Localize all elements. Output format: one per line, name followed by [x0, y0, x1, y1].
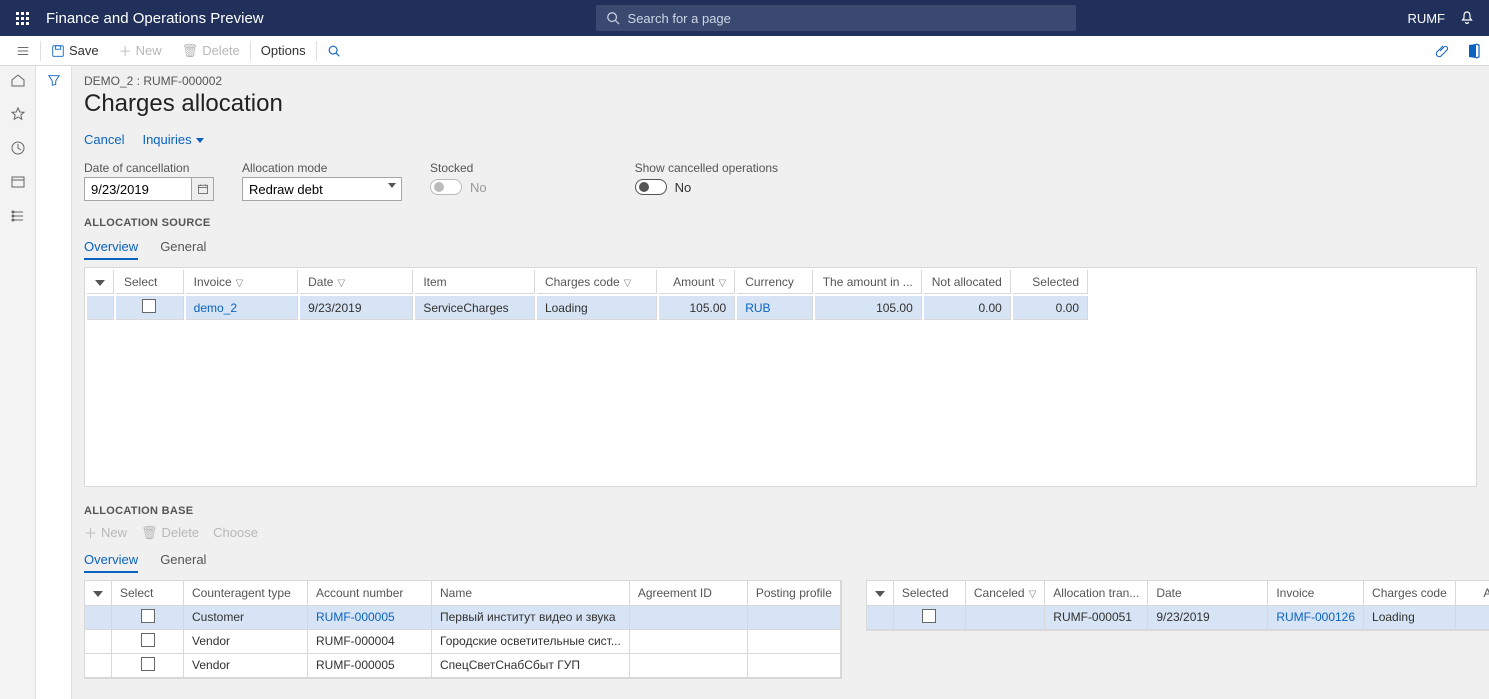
office-icon[interactable]: [1461, 39, 1485, 63]
col-agreement-id[interactable]: Agreement ID: [629, 581, 747, 605]
inquiries-menu[interactable]: Inquiries: [142, 132, 203, 147]
workspaces-icon[interactable]: [8, 172, 28, 192]
col-name[interactable]: Name: [432, 581, 630, 605]
col-alloc-charges[interactable]: Charges code: [1364, 581, 1456, 605]
new-button: ＋ New: [109, 36, 172, 66]
invoice-link[interactable]: RUMF-000126: [1276, 610, 1355, 624]
allocation-mode-label: Allocation mode: [242, 161, 402, 175]
tab-source-overview[interactable]: Overview: [84, 235, 138, 260]
col-alloc-trans[interactable]: Allocation tran...: [1045, 581, 1148, 605]
trash-icon: 🗑: [141, 525, 158, 541]
delete-button: 🗑 Delete: [172, 36, 250, 66]
col-invoice[interactable]: Invoice▽: [186, 270, 298, 294]
action-toolbar: Save ＋ New 🗑 Delete Options: [0, 36, 1489, 66]
plus-icon: ＋: [84, 523, 97, 542]
col-charges[interactable]: Charges code▽: [537, 270, 657, 294]
app-title: Finance and Operations Preview: [46, 10, 264, 27]
base-tabs: Overview General: [84, 548, 1477, 574]
stocked-label: Stocked: [430, 161, 487, 175]
app-top-bar: Finance and Operations Preview Search fo…: [0, 0, 1489, 36]
find-button[interactable]: [317, 36, 351, 66]
col-select[interactable]: Select: [116, 270, 184, 294]
row-marker-header[interactable]: [85, 581, 112, 605]
show-cancelled-toggle[interactable]: No: [635, 179, 778, 195]
row-checkbox[interactable]: [141, 609, 155, 623]
global-search[interactable]: Search for a page: [596, 5, 1076, 31]
col-alloc-invoice[interactable]: Invoice: [1268, 581, 1364, 605]
nav-rail: [0, 66, 36, 699]
plus-icon: ＋: [119, 41, 132, 60]
allocation-source-title: ALLOCATION SOURCE: [84, 217, 1477, 229]
allocation-mode-select[interactable]: [242, 177, 402, 201]
col-base-select[interactable]: Select: [112, 581, 184, 605]
col-amount[interactable]: Amount▽: [659, 270, 735, 294]
row-checkbox[interactable]: [922, 609, 936, 623]
col-account-number[interactable]: Account number: [308, 581, 432, 605]
tab-source-general[interactable]: General: [160, 235, 206, 260]
home-icon[interactable]: [8, 70, 28, 90]
trash-icon: 🗑: [182, 43, 199, 59]
col-selected[interactable]: Selected: [893, 581, 965, 605]
app-launcher-icon[interactable]: [4, 0, 40, 36]
search-icon: [606, 11, 620, 25]
col-item[interactable]: Item: [415, 270, 535, 294]
save-button[interactable]: Save: [41, 36, 109, 66]
base-new-button: ＋New: [84, 523, 127, 542]
source-tabs: Overview General: [84, 235, 1477, 261]
source-row[interactable]: demo_2 9/23/2019 ServiceCharges Loading …: [87, 296, 1088, 320]
tab-base-overview[interactable]: Overview: [84, 548, 138, 573]
row-marker-header[interactable]: [87, 270, 114, 294]
options-button[interactable]: Options: [251, 36, 316, 66]
invoice-link[interactable]: demo_2: [194, 301, 237, 315]
account-link[interactable]: RUMF-000005: [316, 610, 395, 624]
row-checkbox[interactable]: [141, 657, 155, 671]
source-grid: Select Invoice▽ Date▽ Item Charges code▽…: [84, 267, 1477, 487]
date-of-cancellation-label: Date of cancellation: [84, 161, 214, 175]
col-alloc-date[interactable]: Date: [1148, 581, 1268, 605]
show-cancelled-label: Show cancelled operations: [635, 161, 778, 175]
user-name[interactable]: RUMF: [1407, 11, 1445, 26]
row-checkbox[interactable]: [141, 633, 155, 647]
filter-icon[interactable]: [44, 70, 64, 90]
cancel-link[interactable]: Cancel: [84, 132, 124, 147]
attach-icon[interactable]: [1431, 39, 1455, 63]
col-alloc-amount[interactable]: Amount: [1455, 581, 1489, 605]
search-placeholder: Search for a page: [628, 11, 731, 26]
allocation-trans-grid: Selected Canceled▽ Allocation tran... Da…: [866, 580, 1489, 631]
chevron-down-icon[interactable]: [388, 183, 396, 188]
tab-base-general[interactable]: General: [160, 548, 206, 573]
calendar-icon[interactable]: [191, 178, 213, 200]
page-title: Charges allocation: [84, 90, 1477, 118]
col-posting-profile[interactable]: Posting profile: [747, 581, 840, 605]
col-counteragent-type[interactable]: Counteragent type: [184, 581, 308, 605]
col-date[interactable]: Date▽: [300, 270, 413, 294]
col-currency[interactable]: Currency: [737, 270, 813, 294]
base-row[interactable]: Vendor RUMF-000005 СпецСветСнабСбыт ГУП: [85, 653, 840, 677]
main-content: DEMO_2 : RUMF-000002 Charges allocation …: [72, 66, 1489, 699]
col-selected[interactable]: Selected: [1013, 270, 1088, 294]
row-marker-header[interactable]: [867, 581, 894, 605]
base-grid: Select Counteragent type Account number …: [84, 580, 842, 679]
base-delete-button: 🗑Delete: [141, 523, 199, 542]
stocked-toggle: No: [430, 179, 487, 195]
col-not-allocated[interactable]: Not allocated: [924, 270, 1011, 294]
base-row[interactable]: Customer RUMF-000005 Первый институт вид…: [85, 605, 840, 629]
recent-icon[interactable]: [8, 138, 28, 158]
notifications-icon[interactable]: [1457, 8, 1477, 28]
base-choose-button: Choose: [213, 523, 258, 542]
col-amount-in[interactable]: The amount in ...: [815, 270, 922, 294]
filter-glyph-icon: ▽: [236, 278, 244, 289]
row-checkbox[interactable]: [142, 299, 156, 313]
col-canceled[interactable]: Canceled▽: [965, 581, 1044, 605]
currency-link[interactable]: RUB: [745, 301, 770, 315]
modules-icon[interactable]: [8, 206, 28, 226]
filter-panel-strip: [36, 66, 72, 699]
alloc-row[interactable]: RUMF-000051 9/23/2019 RUMF-000126 Loadin…: [867, 605, 1489, 629]
breadcrumb: DEMO_2 : RUMF-000002: [84, 74, 1477, 88]
base-row[interactable]: Vendor RUMF-000004 Городские осветительн…: [85, 629, 840, 653]
nav-toggle-icon[interactable]: [6, 36, 40, 66]
favorite-icon[interactable]: [8, 104, 28, 124]
allocation-base-title: ALLOCATION BASE: [84, 505, 1477, 517]
